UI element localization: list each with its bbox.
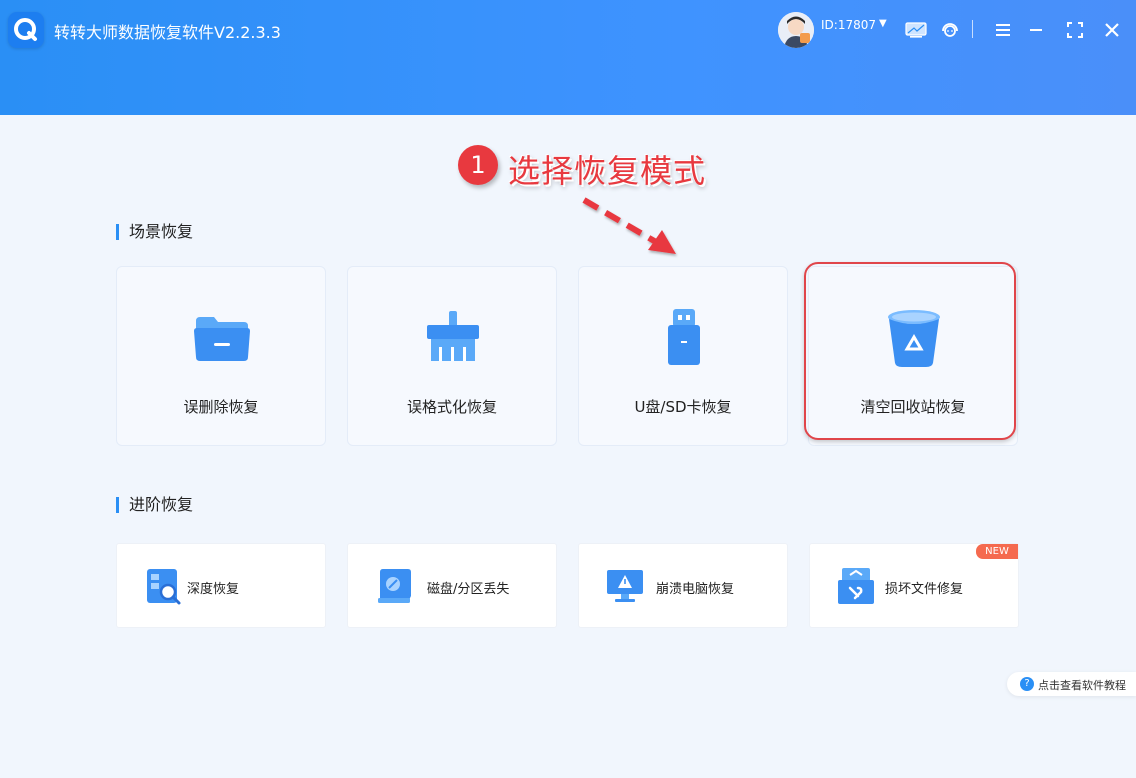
annotation-text: 选择恢复模式 (508, 152, 707, 190)
annotation-step-badge: 1 (458, 145, 498, 185)
brush-icon (421, 307, 485, 371)
app-logo-icon (8, 12, 44, 48)
advanced-card-label: 损坏文件修复 (885, 582, 964, 597)
advanced-card-label: 磁盘/分区丢失 (427, 582, 510, 597)
monitor-icon[interactable] (904, 18, 928, 42)
user-dropdown-caret-icon[interactable]: ▼ (879, 18, 887, 29)
customer-service-icon[interactable] (938, 18, 962, 42)
help-icon: ? (1020, 677, 1034, 691)
title-bar: 转转大师数据恢复软件V2.2.3.3 ID:17807 ▼ (0, 0, 1136, 115)
scene-card-usb-recovery[interactable]: U盘/SD卡恢复 (578, 266, 788, 446)
tutorial-link[interactable]: ? 点击查看软件教程 (1007, 672, 1136, 696)
user-id-label[interactable]: ID:17807 (821, 18, 876, 32)
scene-card-label: 误删除恢复 (183, 398, 259, 416)
tutorial-label: 点击查看软件教程 (1038, 679, 1126, 692)
advanced-card-crashed-computer-recovery[interactable]: 崩溃电脑恢复 (578, 543, 788, 628)
crashed-monitor-icon (605, 566, 645, 606)
advanced-card-label: 深度恢复 (187, 582, 240, 597)
advanced-card-disk-partition-lost[interactable]: 磁盘/分区丢失 (347, 543, 557, 628)
app-title: 转转大师数据恢复软件V2.2.3.3 (54, 23, 281, 42)
folder-icon (190, 307, 254, 371)
menu-icon[interactable] (991, 18, 1015, 42)
advanced-card-deep-recovery[interactable]: 深度恢复 (116, 543, 326, 628)
disk-icon (374, 566, 414, 606)
maximize-icon[interactable] (1063, 18, 1087, 42)
header-separator (972, 20, 973, 38)
scene-card-format-recovery[interactable]: 误格式化恢复 (347, 266, 557, 446)
new-badge: NEW (976, 544, 1018, 559)
scene-recovery-title: 场景恢复 (116, 224, 193, 240)
close-icon[interactable] (1100, 18, 1124, 42)
deep-scan-icon (143, 566, 183, 606)
advanced-card-file-repair[interactable]: NEW 损坏文件修复 (809, 543, 1019, 628)
usb-drive-icon (652, 307, 716, 371)
scene-card-label: 误格式化恢复 (406, 398, 497, 416)
annotation-highlight-box (804, 262, 1016, 440)
advanced-recovery-title: 进阶恢复 (116, 497, 193, 513)
file-repair-icon (836, 566, 876, 606)
scene-card-delete-recovery[interactable]: 误删除恢复 (116, 266, 326, 446)
scene-card-label: U盘/SD卡恢复 (634, 398, 732, 416)
user-avatar[interactable] (778, 12, 814, 48)
advanced-card-label: 崩溃电脑恢复 (656, 582, 735, 597)
annotation-arrow-icon (582, 197, 676, 254)
minimize-icon[interactable] (1024, 18, 1048, 42)
